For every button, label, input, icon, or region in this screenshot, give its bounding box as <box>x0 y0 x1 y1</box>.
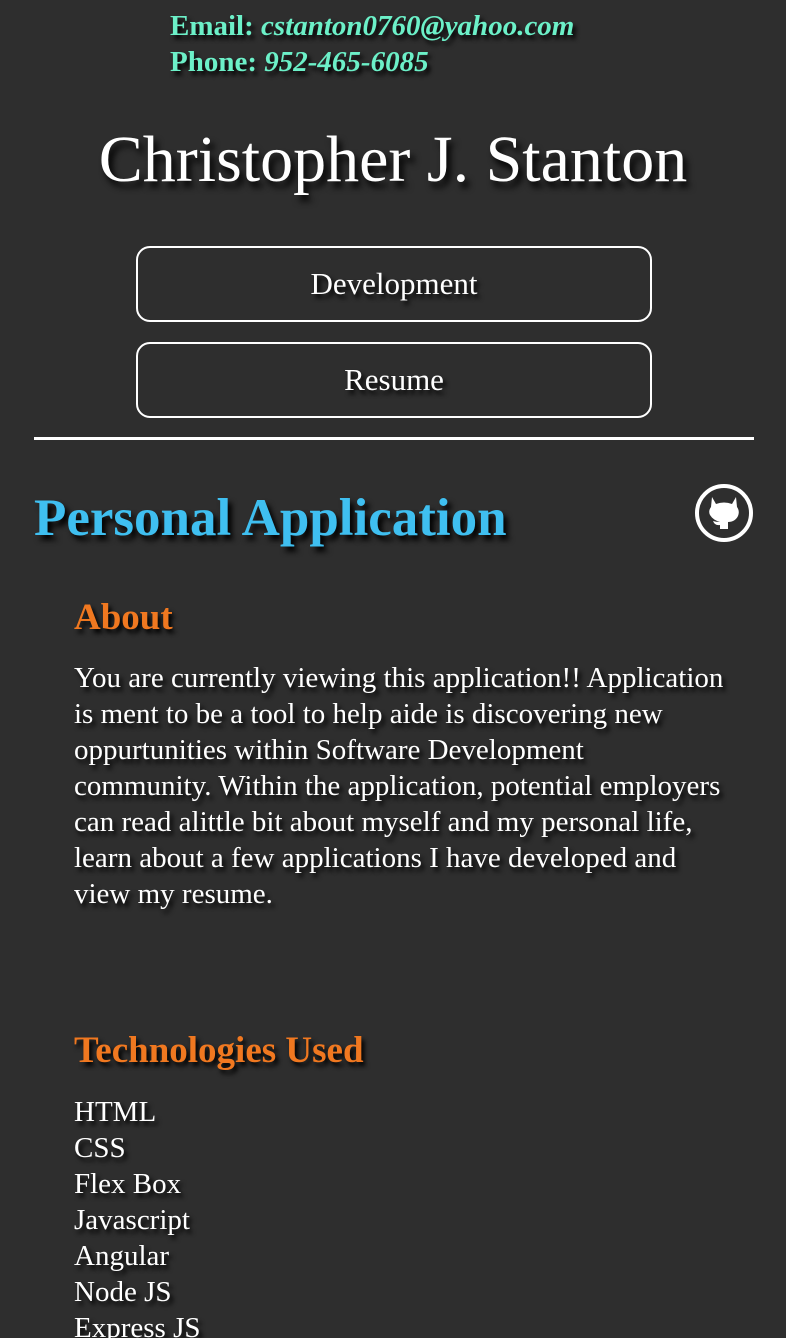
list-item: Javascript <box>74 1204 190 1236</box>
technologies-list: HTML CSS Flex Box Javascript Angular Nod… <box>74 1094 200 1338</box>
contact-info: Email: cstanton0760@yahoo.com Phone: 952… <box>170 8 574 80</box>
phone-value[interactable]: 952-465-6085 <box>264 46 428 78</box>
github-link[interactable] <box>694 483 754 543</box>
list-item: CSS <box>74 1132 126 1164</box>
page-title: Christopher J. Stanton <box>98 123 688 196</box>
phone-line: Phone: 952-465-6085 <box>170 44 574 80</box>
email-value[interactable]: cstanton0760@yahoo.com <box>261 10 574 42</box>
email-label: Email: <box>170 10 254 42</box>
email-line: Email: cstanton0760@yahoo.com <box>170 8 574 44</box>
about-heading: About <box>74 597 173 638</box>
about-text: You are currently viewing this applicati… <box>74 662 724 910</box>
project-title: Personal Application <box>34 489 507 547</box>
phone-label: Phone: <box>170 46 257 78</box>
list-item: Express JS <box>74 1312 201 1338</box>
divider <box>34 437 754 440</box>
list-item: Node JS <box>74 1276 172 1308</box>
list-item: HTML <box>74 1096 157 1128</box>
list-item: Angular <box>74 1240 170 1272</box>
technologies-heading: Technologies Used <box>74 1030 364 1071</box>
development-button[interactable]: Development <box>136 246 652 322</box>
list-item: Flex Box <box>74 1168 182 1200</box>
github-icon <box>695 484 753 542</box>
resume-button[interactable]: Resume <box>136 342 652 418</box>
